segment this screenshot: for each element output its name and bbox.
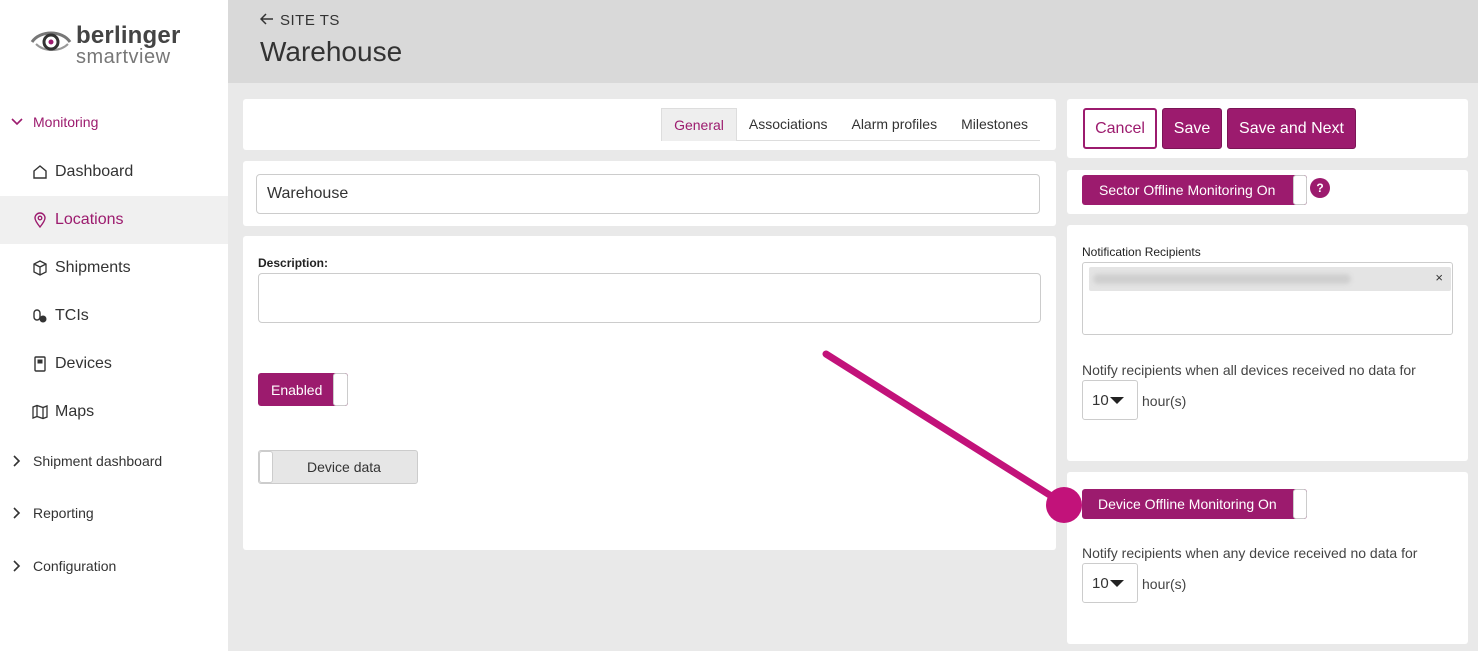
sidebar: berlinger smartview Monitoring Dashboard… xyxy=(0,0,228,651)
save-and-next-button[interactable]: Save and Next xyxy=(1227,108,1356,149)
toggle-knob xyxy=(259,451,273,483)
device-data-toggle-label: Device data xyxy=(307,459,381,475)
sidebar-item-label: TCIs xyxy=(55,307,89,324)
nav-group-shipment-dashboard[interactable]: Shipment dashboard xyxy=(0,439,228,483)
chevron-down-icon xyxy=(10,115,26,129)
nav-group-reporting[interactable]: Reporting xyxy=(0,491,228,535)
sector-hours-value: 10 xyxy=(1092,391,1109,409)
recipients-input[interactable]: × xyxy=(1082,262,1453,335)
device-hours-unit: hour(s) xyxy=(1142,576,1187,592)
toggle-knob xyxy=(333,373,348,406)
actions-card: Cancel Save Save and Next xyxy=(1067,99,1468,158)
nav-group-monitoring[interactable]: Monitoring xyxy=(0,100,228,144)
toggle-knob xyxy=(1293,489,1307,519)
sidebar-item-tcis[interactable]: TCIs xyxy=(0,292,228,340)
map-icon xyxy=(31,403,49,421)
description-label: Description: xyxy=(258,256,329,270)
back-link-label: SITE TS xyxy=(280,12,340,29)
nav-group-label: Shipment dashboard xyxy=(33,453,163,469)
toggle-knob xyxy=(1293,175,1307,205)
description-textarea[interactable] xyxy=(258,273,1041,323)
page-title: Warehouse xyxy=(260,36,403,67)
details-card: Description: Enabled Device data xyxy=(243,236,1056,550)
sector-monitoring-card: Sector Offline Monitoring On ? xyxy=(1067,170,1468,214)
chevron-right-icon xyxy=(10,559,26,573)
recipient-chip: × xyxy=(1089,267,1451,291)
nav-group-configuration[interactable]: Configuration xyxy=(0,544,228,588)
nav-group-label: Configuration xyxy=(33,558,117,574)
sidebar-item-devices[interactable]: Devices xyxy=(0,340,228,388)
sector-hours-unit: hour(s) xyxy=(1142,393,1187,409)
device-notify-text: Notify recipients when any device receiv… xyxy=(1082,545,1418,561)
location-name-input[interactable] xyxy=(256,174,1040,214)
sidebar-item-shipments[interactable]: Shipments xyxy=(0,244,228,292)
sidebar-item-label: Devices xyxy=(55,355,112,372)
tab-associations[interactable]: Associations xyxy=(736,108,840,141)
box-icon xyxy=(31,259,49,277)
page-header: SITE TS Warehouse xyxy=(228,0,1478,83)
sidebar-item-locations[interactable]: Locations xyxy=(0,196,228,244)
home-icon xyxy=(31,163,49,181)
sidebar-item-dashboard[interactable]: Dashboard xyxy=(0,148,228,196)
sidebar-item-maps[interactable]: Maps xyxy=(0,388,228,436)
device-toggle-label: Device Offline Monitoring On xyxy=(1098,496,1277,512)
location-pin-icon xyxy=(31,211,49,229)
sector-toggle-label: Sector Offline Monitoring On xyxy=(1099,182,1276,198)
brand-name-bottom: smartview xyxy=(76,46,171,68)
device-hours-value: 10 xyxy=(1092,574,1109,592)
caret-down-icon xyxy=(1109,579,1124,587)
save-button[interactable]: Save xyxy=(1162,108,1222,149)
tab-alarm-profiles[interactable]: Alarm profiles xyxy=(839,108,950,141)
enabled-toggle-label: Enabled xyxy=(271,381,323,398)
chevron-right-icon xyxy=(10,506,26,520)
nav-group-monitoring-label: Monitoring xyxy=(33,114,99,130)
sidebar-item-label: Shipments xyxy=(55,259,131,276)
recipient-email-redacted xyxy=(1093,274,1351,284)
sidebar-item-label: Dashboard xyxy=(55,163,134,180)
back-link[interactable]: SITE TS xyxy=(259,12,340,29)
name-card xyxy=(243,161,1056,226)
chevron-right-icon xyxy=(10,454,26,468)
sidebar-item-label: Maps xyxy=(55,403,95,420)
device-data-toggle[interactable]: Device data xyxy=(258,450,418,484)
caret-down-icon xyxy=(1109,396,1124,404)
device-hours-select[interactable]: 10 xyxy=(1082,563,1138,603)
thermometer-icon xyxy=(31,307,49,325)
tab-bar: General Associations Alarm profiles Mile… xyxy=(661,108,1040,141)
sector-notify-text: Notify recipients when all devices recei… xyxy=(1082,362,1416,378)
help-icon[interactable]: ? xyxy=(1310,178,1330,198)
remove-recipient-icon[interactable]: × xyxy=(1435,270,1443,285)
sidebar-item-label: Locations xyxy=(55,211,124,228)
tab-general[interactable]: General xyxy=(661,108,737,141)
nav-group-label: Reporting xyxy=(33,505,94,521)
sector-hours-select[interactable]: 10 xyxy=(1082,380,1138,420)
enabled-toggle[interactable]: Enabled xyxy=(258,373,348,406)
notification-recipients-label: Notification Recipients xyxy=(1082,245,1201,259)
brand-logo[interactable]: berlinger smartview xyxy=(30,22,200,72)
device-monitoring-card: Device Offline Monitoring On Notify reci… xyxy=(1067,472,1468,644)
device-icon xyxy=(31,355,49,373)
cancel-button[interactable]: Cancel xyxy=(1083,108,1157,149)
tab-milestones[interactable]: Milestones xyxy=(949,108,1040,141)
tabs-card: General Associations Alarm profiles Mile… xyxy=(243,99,1056,150)
device-offline-monitoring-toggle[interactable]: Device Offline Monitoring On xyxy=(1082,489,1307,519)
eye-logo-icon xyxy=(30,31,72,51)
arrow-left-icon xyxy=(259,12,274,29)
recipients-card: Notification Recipients × Notify recipie… xyxy=(1067,225,1468,461)
sector-offline-monitoring-toggle[interactable]: Sector Offline Monitoring On xyxy=(1082,175,1307,205)
